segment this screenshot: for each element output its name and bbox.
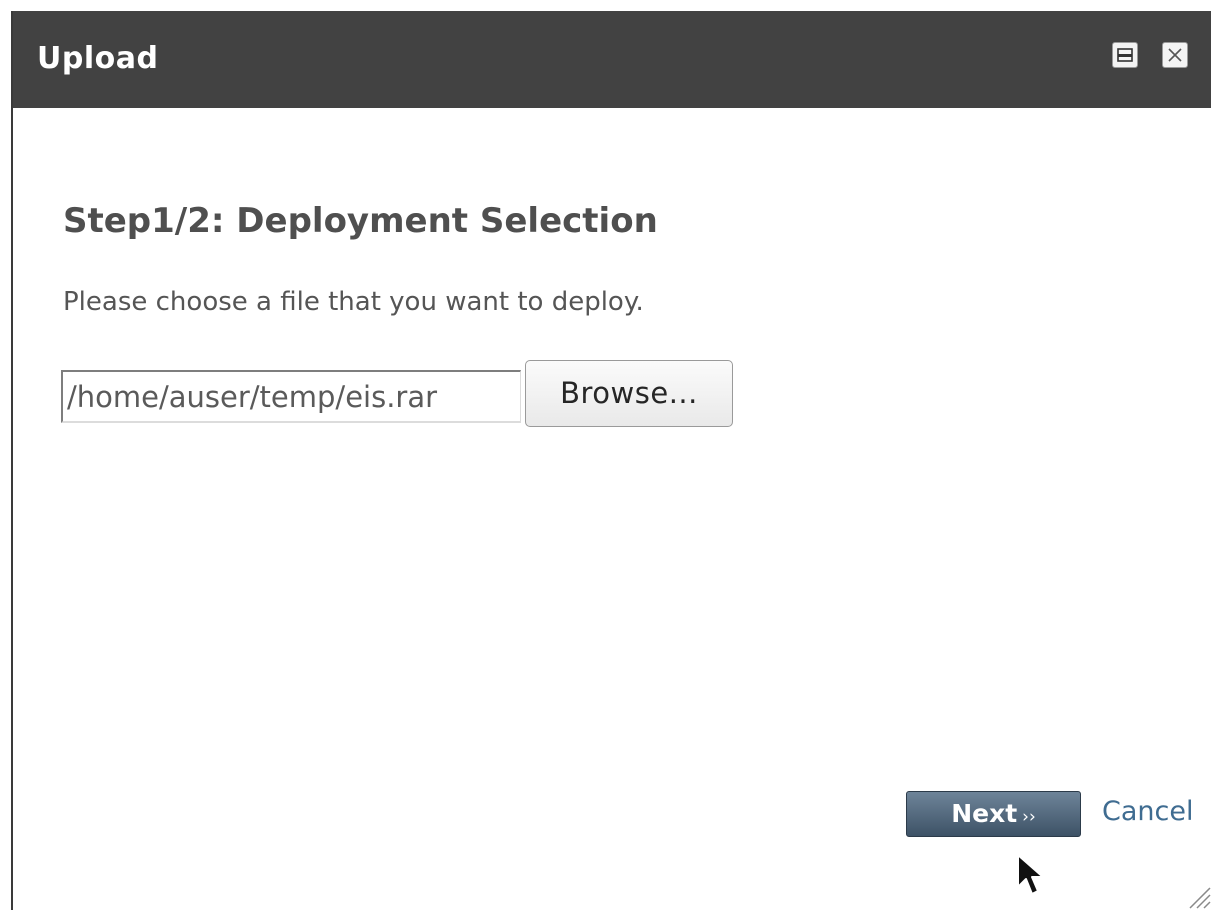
- upload-dialog: Upload Step1/2: Deployment Selection Ple…: [11, 11, 1211, 910]
- next-button[interactable]: Next ››: [906, 791, 1081, 837]
- close-button[interactable]: [1162, 42, 1188, 68]
- next-button-label: Next: [951, 799, 1018, 828]
- dialog-titlebar[interactable]: Upload: [13, 11, 1211, 108]
- file-path-input[interactable]: /home/auser/temp/eis.rar: [61, 370, 521, 423]
- mouse-pointer-icon: [1017, 854, 1044, 895]
- browse-button[interactable]: Browse...: [525, 360, 733, 427]
- minimize-button[interactable]: [1112, 42, 1138, 68]
- dialog-title: Upload: [37, 41, 159, 76]
- resize-grip-icon[interactable]: [1181, 879, 1211, 909]
- close-icon: [1168, 48, 1182, 62]
- cancel-link[interactable]: Cancel: [1102, 796, 1193, 827]
- next-arrows: ››: [1022, 807, 1036, 827]
- minimize-icon: [1117, 48, 1133, 62]
- step-heading: Step1/2: Deployment Selection: [63, 201, 658, 241]
- step-description: Please choose a file that you want to de…: [63, 287, 644, 317]
